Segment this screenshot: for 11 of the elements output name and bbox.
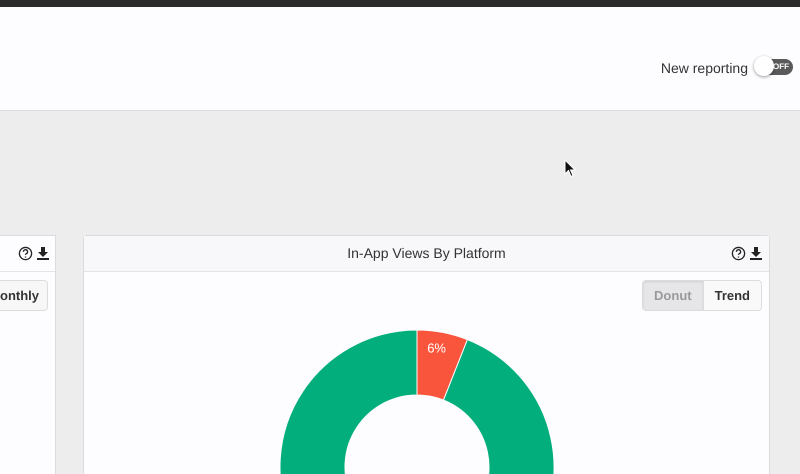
slice-label: 6% (427, 340, 446, 356)
help-icon[interactable] (18, 246, 33, 261)
card-title: In-App Views By Platform (347, 244, 506, 263)
cursor-icon (564, 159, 576, 178)
help-icon[interactable] (731, 246, 746, 261)
monthly-button[interactable]: onthly (0, 280, 48, 311)
view-tab[interactable]: Trend (704, 280, 762, 311)
toggle-label: New reporting (660, 59, 748, 78)
toggle-switch[interactable]: OFF (756, 59, 793, 75)
download-icon[interactable] (750, 247, 762, 260)
download-icon[interactable] (37, 247, 49, 260)
